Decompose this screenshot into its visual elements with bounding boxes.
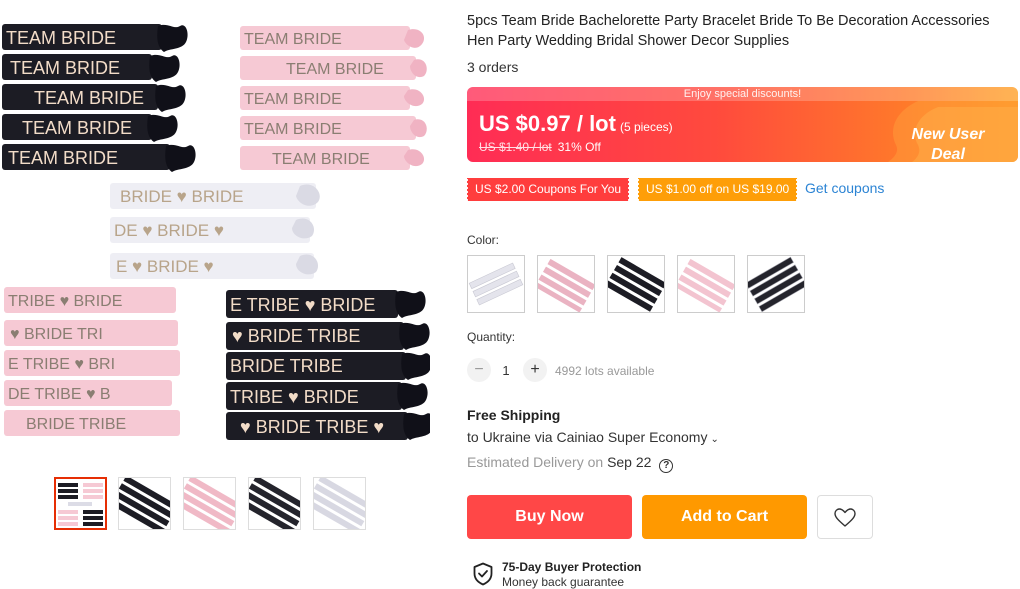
thumbnail-3[interactable] [183,477,236,530]
discount-percent: 31% Off [557,140,601,154]
product-info: 5pcs Team Bride Bachelorette Party Brace… [465,0,1020,589]
shipping-destination: to Ukraine via Cainiao Super Economy [467,429,708,445]
quantity-value[interactable]: 1 [500,363,512,378]
shipping-title: Free Shipping [467,407,561,423]
available-stock: 4992 lots available [555,364,655,378]
color-swatch-black-silver[interactable] [747,255,805,313]
color-swatch-pink[interactable] [537,255,595,313]
svg-text:TEAM BRIDE: TEAM BRIDE [244,121,342,138]
help-icon[interactable]: ? [659,459,674,473]
discount-banner: Enjoy special discounts! [467,87,1018,101]
color-swatch-black[interactable] [607,255,665,313]
thumbnail-image [58,483,103,526]
svg-text:E TRIBE ♥ BRIDE: E TRIBE ♥ BRIDE [230,295,375,315]
svg-text:♥ BRIDE TRIBE ♥: ♥ BRIDE TRIBE ♥ [240,417,384,437]
color-swatch-white[interactable] [467,255,525,313]
price-banner: Enjoy special discounts! US $0.97 / lot(… [467,87,1018,162]
buyer-protection-title: 75-Day Buyer Protection [502,560,642,574]
svg-text:TEAM BRIDE: TEAM BRIDE [244,31,342,48]
swatch-image [678,258,734,312]
get-coupons-link[interactable]: Get coupons [805,180,884,196]
svg-text:TEAM BRIDE: TEAM BRIDE [8,148,118,168]
thumbnail-1[interactable] [54,477,107,530]
svg-text:BRIDE TRIBE: BRIDE TRIBE [26,416,126,433]
svg-text:DE TRIBE ♥ B: DE TRIBE ♥ B [8,386,111,403]
svg-text:TEAM BRIDE: TEAM BRIDE [244,91,342,108]
svg-text:TEAM BRIDE: TEAM BRIDE [286,61,384,78]
add-to-cart-button[interactable]: Add to Cart [642,495,807,539]
heart-icon [834,508,856,527]
black-team-bride-bands: TEAM BRIDE TEAM BRIDE TEAM BRIDE TEAM BR… [2,24,196,172]
svg-text:♥ BRIDE TRI: ♥ BRIDE TRI [10,326,103,343]
white-bride-bands: BRIDE ♥ BRIDE DE ♥ BRIDE ♥ E ♥ BRIDE ♥ [110,183,320,279]
color-label: Color: [467,233,500,247]
black-bride-tribe-bands: E TRIBE ♥ BRIDE ♥ BRIDE TRIBE BRIDE TRIB… [226,290,430,440]
swatch-image [608,257,664,312]
product-title: 5pcs Team Bride Bachelorette Party Brace… [467,13,990,49]
color-swatch-light-pink[interactable] [677,255,735,313]
swatch-image [748,256,804,312]
svg-text:TEAM BRIDE: TEAM BRIDE [6,28,116,48]
product-photo: TEAM BRIDE TEAM BRIDE TEAM BRIDE TEAM BR… [2,24,430,440]
price-value: US $0.97 / lot [479,111,616,136]
new-user-deal-badge: New User Deal [878,101,1018,162]
coupon-spend-discount[interactable]: US $1.00 off on US $19.00 [636,178,799,201]
order-count: 3 orders [467,59,519,75]
thumbnail-2[interactable] [118,477,171,530]
svg-text:BRIDE ♥ BRIDE: BRIDE ♥ BRIDE [120,187,243,206]
svg-text:TEAM BRIDE: TEAM BRIDE [272,151,370,168]
wishlist-button[interactable] [817,495,873,539]
pink-bride-tribe-bands: TRIBE ♥ BRIDE ♥ BRIDE TRI E TRIBE ♥ BRI … [4,287,180,436]
coupon-for-you[interactable]: US $2.00 Coupons For You [465,178,631,201]
estimated-delivery: Estimated Delivery on Sep 22 ? [467,454,674,473]
pink-team-bride-bands: TEAM BRIDE TEAM BRIDE TEAM BRIDE TEAM BR… [240,26,427,170]
shipping-method-selector[interactable]: to Ukraine via Cainiao Super Economy ⌄ [467,429,719,445]
buyer-protection-subtitle: Money back guarantee [502,575,625,589]
swatch-image [538,258,594,312]
svg-text:TRIBE ♥ BRIDE: TRIBE ♥ BRIDE [230,387,359,407]
delivery-prefix: Estimated Delivery on [467,454,604,470]
thumbnail-image [119,478,170,529]
svg-text:TEAM BRIDE: TEAM BRIDE [10,58,120,78]
thumbnail-strip [54,477,374,531]
svg-text:E ♥ BRIDE ♥: E ♥ BRIDE ♥ [116,257,214,276]
current-price: US $0.97 / lot (5 pieces) [479,111,673,137]
delivery-date: Sep 22 [607,454,652,470]
svg-text:E TRIBE ♥ BRI: E TRIBE ♥ BRI [8,356,115,373]
svg-text:♥ BRIDE TRIBE: ♥ BRIDE TRIBE [232,326,360,346]
price-pieces: (5 pieces) [619,120,673,134]
swatch-image [468,262,524,306]
buy-now-button[interactable]: Buy Now [467,495,632,539]
thumbnail-5[interactable] [313,477,366,530]
shield-check-icon [473,562,493,586]
svg-text:TRIBE ♥ BRIDE: TRIBE ♥ BRIDE [8,293,122,310]
quantity-label: Quantity: [467,330,516,344]
svg-text:TEAM BRIDE: TEAM BRIDE [34,88,144,108]
thumbnail-image [314,478,365,529]
svg-text:DE ♥ BRIDE ♥: DE ♥ BRIDE ♥ [114,221,224,240]
thumbnail-image [184,478,235,529]
original-price: US $1.40 / lot [479,140,552,154]
quantity-decrease-button[interactable]: − [467,358,491,382]
main-product-image[interactable]: TEAM BRIDE TEAM BRIDE TEAM BRIDE TEAM BR… [0,0,430,460]
svg-text:TEAM BRIDE: TEAM BRIDE [22,118,132,138]
original-price-row: US $1.40 / lot 31% Off [479,140,601,154]
quantity-increase-button[interactable]: + [523,358,547,382]
thumbnail-image [249,478,300,529]
thumbnail-4[interactable] [248,477,301,530]
svg-text:BRIDE TRIBE: BRIDE TRIBE [230,356,343,376]
deal-text: New User Deal [911,126,985,162]
chevron-down-icon: ⌄ [710,434,719,445]
